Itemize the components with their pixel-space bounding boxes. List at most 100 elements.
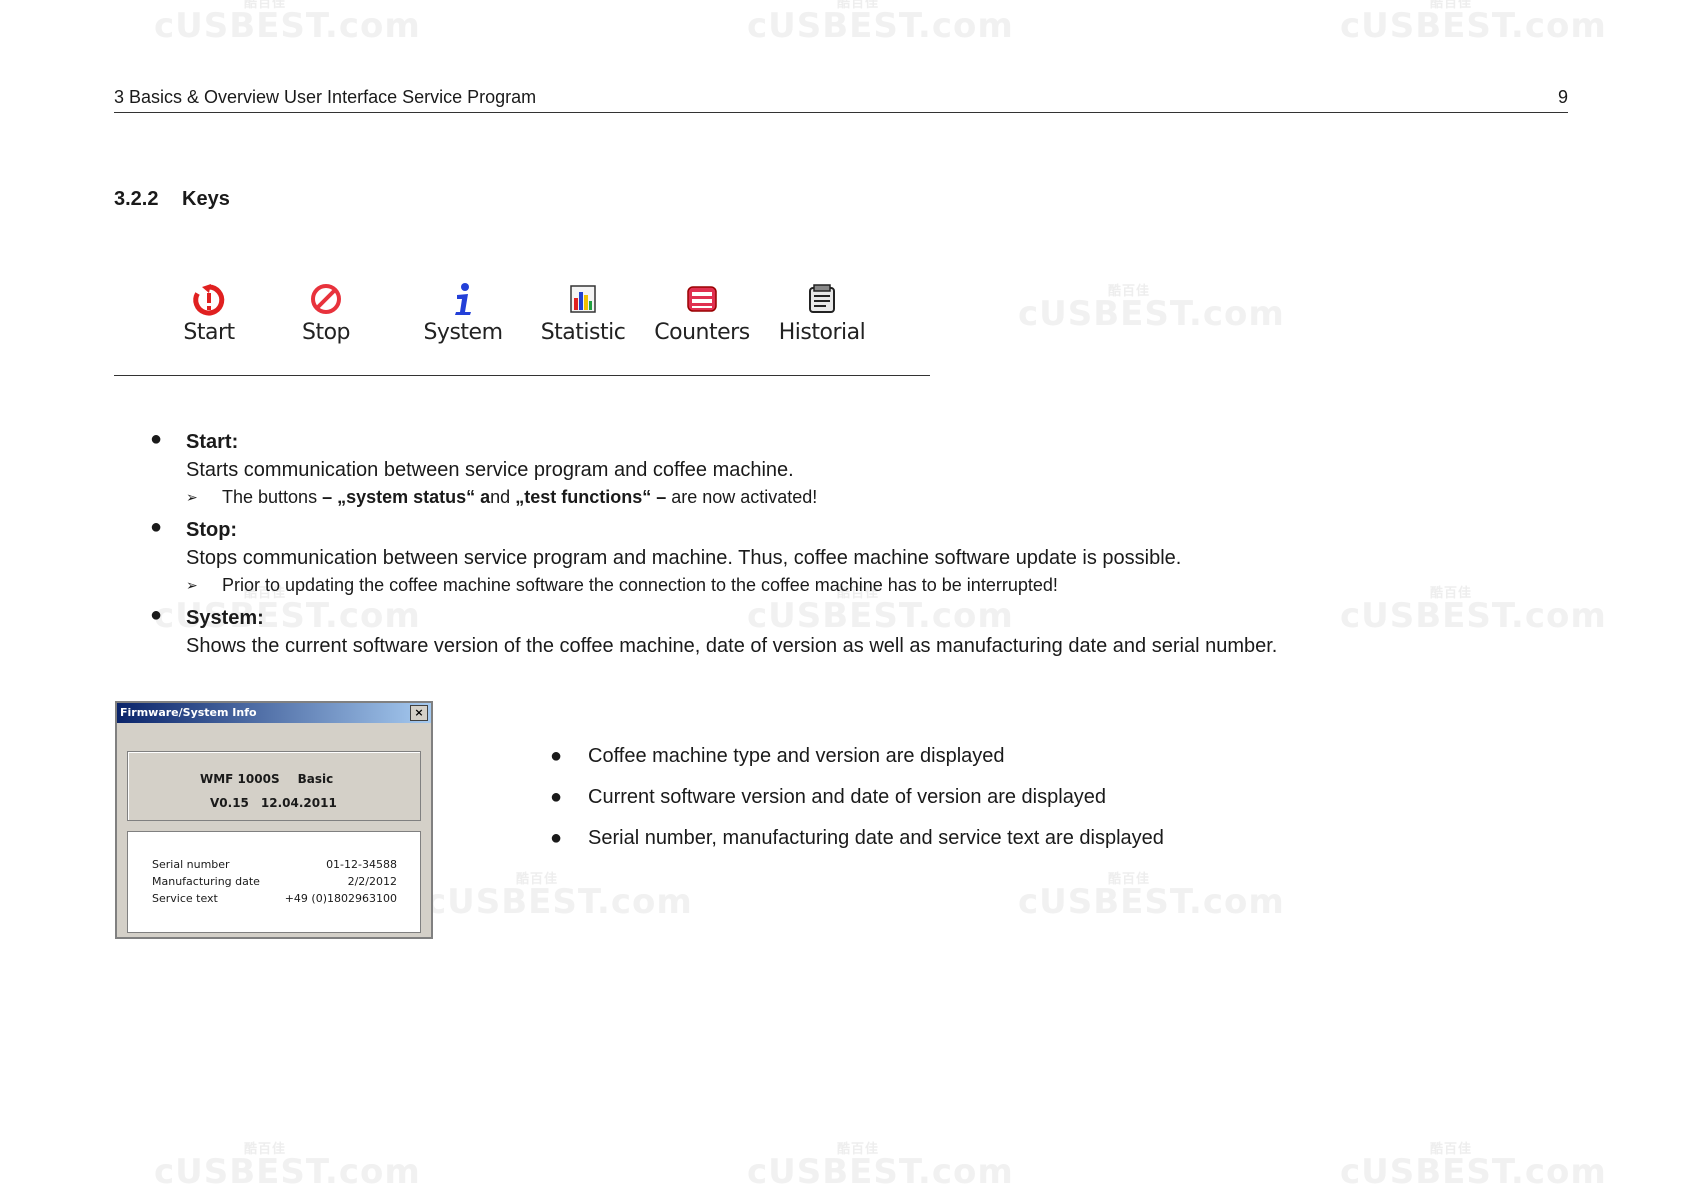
item-heading: Start:: [186, 431, 239, 453]
watermark-text: cUSBEST.com: [154, 1152, 421, 1192]
item-text: Stops communication between service prog…: [186, 547, 1182, 569]
page-number: 9: [1557, 87, 1568, 107]
list-item-system: ● System: Shows the current software ver…: [150, 604, 1277, 660]
counters-label: Counters: [654, 320, 750, 345]
watermark-small-text: 酷百佳: [516, 872, 559, 887]
info-row: Serial number 01-12-34588: [152, 858, 397, 874]
dialog-title-bar: Firmware/System Info ×: [117, 703, 431, 723]
bullet-icon: ●: [550, 745, 563, 767]
item-text: Shows the current software version of th…: [186, 635, 1278, 657]
software-version: V0.15: [210, 796, 249, 810]
watermark-text: cUSBEST.com: [1340, 596, 1607, 636]
info-value: 2/2/2012: [347, 875, 397, 888]
bullet-icon: ●: [150, 604, 163, 626]
dialog-version-panel: WMF 1000S Basic V0.15 12.04.2011: [127, 751, 421, 821]
watermark-small-text: 酷百佳: [1108, 284, 1151, 299]
historial-label: Historial: [778, 320, 866, 345]
section-title: Keys: [182, 188, 230, 210]
dialog-explanation-list: ● Coffee machine type and version are dis…: [550, 742, 1164, 865]
watermark: 酷百佳 cUSBEST.com: [747, 0, 1014, 46]
bullet-icon: ●: [550, 827, 563, 849]
watermark-small-text: 酷百佳: [1430, 1142, 1473, 1157]
note-text: nd: [490, 487, 516, 507]
watermark: 酷百佳 cUSBEST.com: [1018, 872, 1285, 922]
list-item: ● Serial number, manufacturing date and s…: [550, 824, 1164, 865]
watermark: 酷百佳 cUSBEST.com: [1018, 284, 1285, 334]
arrow-bullet-icon: [186, 484, 198, 510]
section-number: 3.2.2: [114, 188, 159, 210]
info-value: +49 (0)1802963100: [284, 892, 397, 905]
watermark-text: cUSBEST.com: [1340, 1152, 1607, 1192]
system-label: System: [423, 320, 503, 345]
note-text: are now activated!: [666, 487, 818, 507]
historial-button[interactable]: Historial: [767, 282, 877, 345]
watermark: 酷百佳 cUSBEST.com: [426, 872, 693, 922]
watermark: 酷百佳 cUSBEST.com: [1340, 1142, 1607, 1192]
watermark: 酷百佳 cUSBEST.com: [1340, 0, 1607, 46]
watermark-text: cUSBEST.com: [747, 6, 1014, 46]
statistic-chart-icon: [570, 285, 596, 313]
stop-icon: [311, 284, 341, 314]
info-icon: [455, 283, 471, 315]
watermark: 酷百佳 cUSBEST.com: [1340, 586, 1607, 636]
item-note: The buttons – „system status“ and „test …: [186, 484, 1277, 510]
info-key: Service text: [152, 892, 218, 905]
info-value: 01-12-34588: [326, 858, 397, 871]
statistic-button[interactable]: Statistic: [528, 282, 638, 345]
section-heading: 3.2.2 Keys: [114, 188, 230, 211]
stop-label: Stop: [301, 320, 351, 345]
machine-model: WMF 1000S: [200, 772, 280, 786]
note-text: The buttons: [222, 487, 323, 507]
counters-icon: [687, 286, 717, 312]
watermark-text: cUSBEST.com: [426, 882, 693, 922]
firmware-info-dialog: Firmware/System Info × WMF 1000S Basic V0…: [115, 701, 433, 939]
note-bold-text: „test functions“ –: [515, 487, 667, 507]
watermark-text: cUSBEST.com: [1340, 6, 1607, 46]
watermark-text: cUSBEST.com: [1018, 294, 1285, 334]
watermark: 酷百佳 cUSBEST.com: [154, 0, 421, 46]
statistic-label: Statistic: [540, 320, 626, 345]
item-note: Prior to updating the coffee machine sof…: [186, 572, 1277, 598]
info-row: Manufacturing date 2/2/2012: [152, 875, 397, 891]
info-row: Service text +49 (0)1802963100: [152, 892, 397, 908]
bullet-icon: ●: [150, 428, 163, 450]
dialog-info-panel: Serial number 01-12-34588 Manufacturing …: [127, 831, 421, 933]
watermark: 酷百佳 cUSBEST.com: [154, 1142, 421, 1192]
info-key: Manufacturing date: [152, 875, 260, 888]
close-icon[interactable]: ×: [410, 705, 428, 721]
watermark-small-text: 酷百佳: [244, 1142, 287, 1157]
watermark-small-text: 酷百佳: [837, 0, 880, 11]
key-descriptions: ● Start: Starts communication between se…: [150, 428, 1277, 666]
watermark-small-text: 酷百佳: [244, 0, 287, 11]
arrow-bullet-icon: [186, 572, 198, 598]
note-text: Prior to updating the coffee machine sof…: [222, 575, 1058, 595]
item-text: Starts communication between service pro…: [186, 459, 794, 481]
watermark-small-text: 酷百佳: [1430, 586, 1473, 601]
start-label: Start: [183, 320, 235, 345]
watermark-text: cUSBEST.com: [747, 1152, 1014, 1192]
list-item-text: Coffee machine type and version are disp…: [588, 745, 1005, 767]
counters-button[interactable]: Counters: [647, 282, 757, 345]
watermark-text: cUSBEST.com: [154, 6, 421, 46]
dialog-title: Firmware/System Info: [120, 706, 257, 719]
page-header: 3 Basics & Overview User Interface Servi…: [114, 85, 1568, 113]
watermark: 酷百佳 cUSBEST.com: [747, 1142, 1014, 1192]
list-item-start: ● Start: Starts communication between se…: [150, 428, 1277, 510]
system-button[interactable]: System: [408, 282, 518, 345]
bullet-icon: ●: [150, 516, 163, 538]
machine-variant: Basic: [297, 772, 334, 786]
list-item: ● Coffee machine type and version are dis…: [550, 742, 1164, 783]
list-item-stop: ● Stop: Stops communication between serv…: [150, 516, 1277, 598]
version-date: 12.04.2011: [260, 796, 337, 810]
watermark-small-text: 酷百佳: [1108, 872, 1151, 887]
item-heading: Stop:: [186, 519, 238, 541]
item-heading: System:: [186, 607, 264, 629]
stop-button[interactable]: Stop: [271, 282, 381, 345]
list-item: ● Current software version and date of ve…: [550, 783, 1164, 824]
bullet-icon: ●: [550, 786, 563, 808]
list-item-text: Current software version and date of ver…: [588, 786, 1107, 808]
note-bold-text: – „system status“ a: [322, 487, 491, 507]
info-key: Serial number: [152, 858, 230, 871]
historial-icon: [809, 284, 835, 313]
start-button[interactable]: Start: [154, 282, 264, 345]
